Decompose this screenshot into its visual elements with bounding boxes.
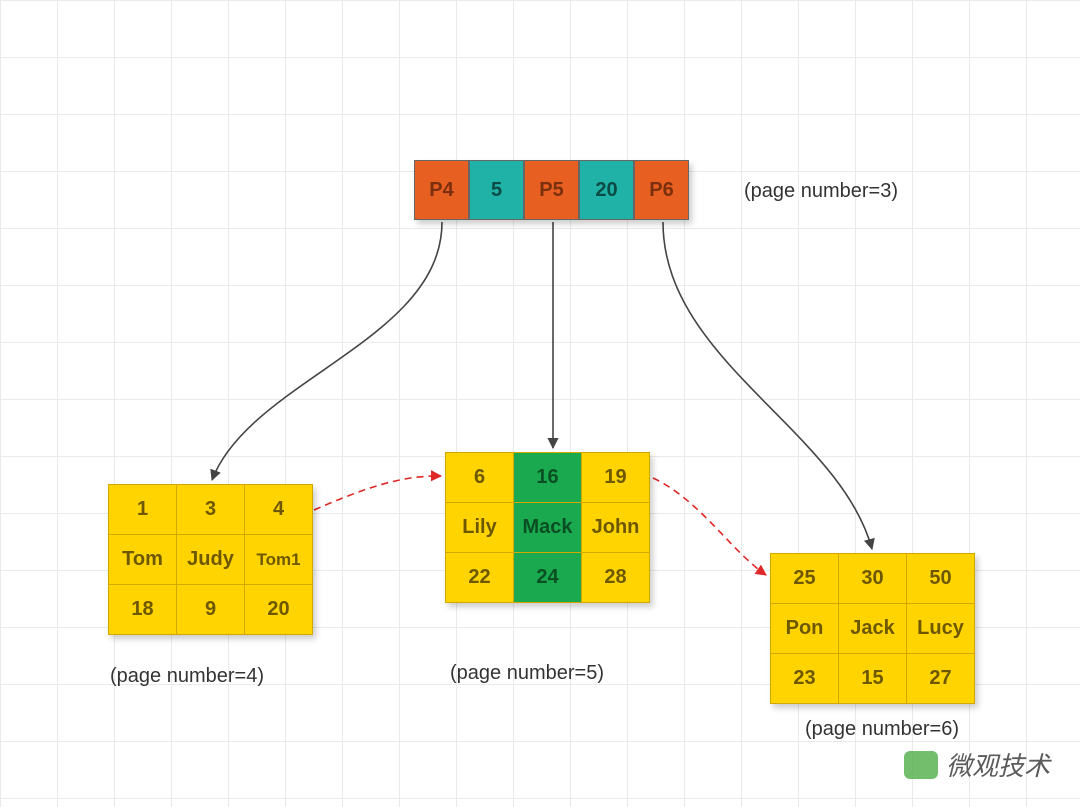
leaf5-r0c0: 6 [446,453,514,503]
leaf5-r0c2: 19 [582,453,650,503]
leaf6-r1c0: Pon [771,604,839,654]
leaf4-r0c2: 4 [245,485,313,535]
leaf6-r1c2: Lucy [907,604,975,654]
root-ptr-p4: P4 [414,160,469,220]
leaf5-r2c2: 28 [582,553,650,603]
leaf6-caption: (page number=6) [805,718,959,741]
leaf-page-5: 6 16 19 Lily Mack John 22 24 28 [445,452,650,603]
leaf5-r2c1: 24 [514,553,582,603]
root-ptr-p5: P5 [524,160,579,220]
leaf4-r1c2: Tom1 [245,535,313,585]
leaf6-r2c2: 27 [907,654,975,704]
leaf5-r1c2: John [582,503,650,553]
leaf6-r0c0: 25 [771,554,839,604]
leaf4-r2c2: 20 [245,585,313,635]
leaf5-r0c1: 16 [514,453,582,503]
root-index-page: P4 5 P5 20 P6 [414,160,689,220]
leaf4-r2c1: 9 [177,585,245,635]
leaf4-r1c1: Judy [177,535,245,585]
wechat-icon [904,751,938,779]
leaf5-r2c0: 22 [446,553,514,603]
leaf6-r2c1: 15 [839,654,907,704]
leaf4-r0c0: 1 [109,485,177,535]
root-key-20: 20 [579,160,634,220]
leaf5-r1c0: Lily [446,503,514,553]
leaf6-r2c0: 23 [771,654,839,704]
watermark-text: 微观技术 [946,746,1050,783]
leaf6-r1c1: Jack [839,604,907,654]
leaf4-r1c0: Tom [109,535,177,585]
root-caption: (page number=3) [744,180,898,203]
leaf-page-4: 1 3 4 Tom Judy Tom1 18 9 20 [108,484,313,635]
leaf6-r0c1: 30 [839,554,907,604]
leaf5-r1c1: Mack [514,503,582,553]
leaf4-r0c1: 3 [177,485,245,535]
leaf6-r0c2: 50 [907,554,975,604]
root-ptr-p6: P6 [634,160,689,220]
root-key-5: 5 [469,160,524,220]
leaf-page-6: 25 30 50 Pon Jack Lucy 23 15 27 [770,553,975,704]
leaf5-caption: (page number=5) [450,662,604,685]
leaf4-caption: (page number=4) [110,665,264,688]
leaf4-r2c0: 18 [109,585,177,635]
watermark: 微观技术 [904,746,1050,783]
